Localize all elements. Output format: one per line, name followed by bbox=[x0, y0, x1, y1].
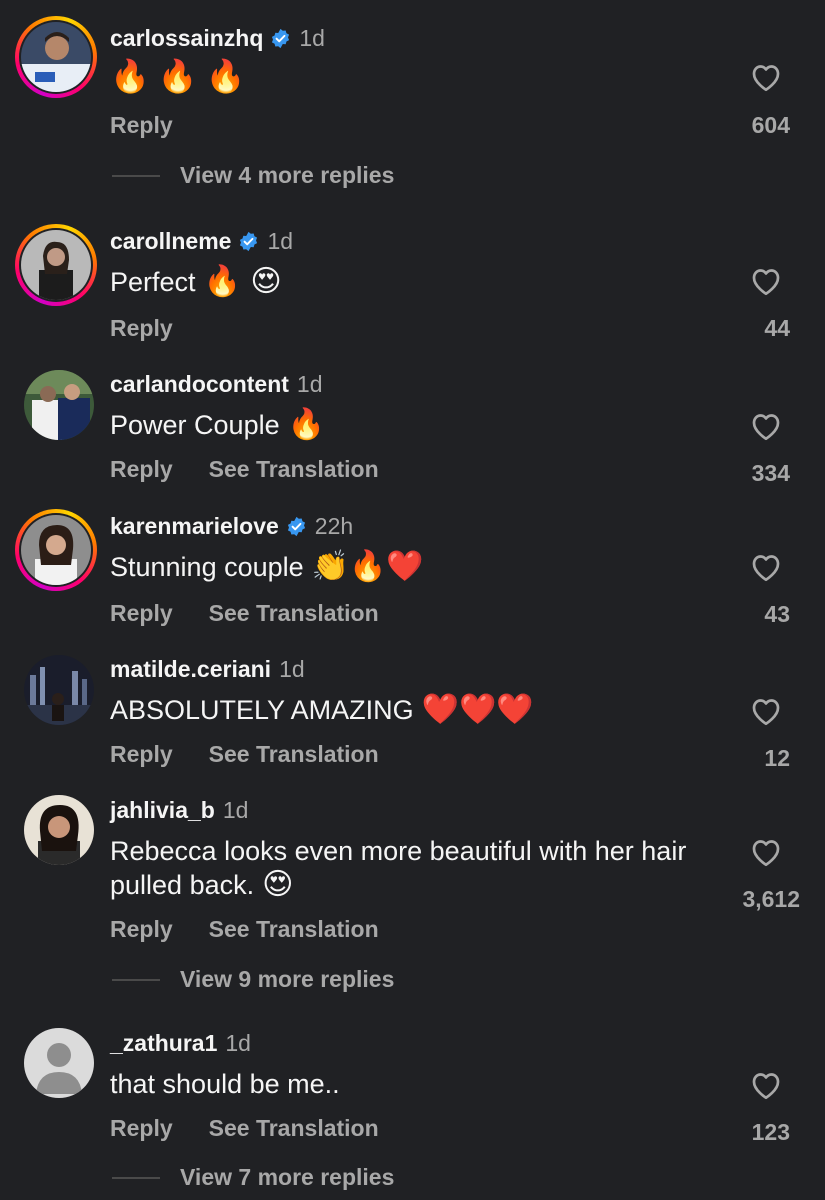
like-count: 334 bbox=[751, 460, 790, 486]
comment-emoji: 👏🔥❤️ bbox=[311, 549, 424, 584]
view-more-replies-button[interactable]: View 4 more replies bbox=[112, 162, 394, 189]
view-more-replies-button[interactable]: View 9 more replies bbox=[112, 966, 394, 993]
comment-time: 1d bbox=[267, 228, 294, 254]
comment-text-body: Power Couple bbox=[110, 410, 280, 440]
like-count: 43 bbox=[764, 601, 790, 627]
view-more-replies-label: View 4 more replies bbox=[180, 162, 395, 188]
see-translation-button[interactable]: See Translation bbox=[209, 1115, 379, 1142]
comment-text: ABSOLUTELY AMAZING ❤️❤️❤️ bbox=[110, 693, 710, 727]
comment-time: 1d bbox=[222, 797, 249, 823]
comment-text-body: Perfect bbox=[110, 267, 196, 297]
like-count: 604 bbox=[751, 112, 790, 138]
comment-text: Perfect 🔥 😍 bbox=[110, 265, 710, 299]
comment-text: Rebecca looks even more beautiful with h… bbox=[110, 834, 710, 902]
comment-username[interactable]: matilde.ceriani bbox=[110, 655, 271, 683]
avatar bbox=[21, 230, 91, 300]
avatar bbox=[24, 795, 94, 865]
comment-text: Power Couple 🔥 bbox=[110, 408, 710, 442]
see-translation-button[interactable]: See Translation bbox=[209, 456, 379, 483]
story-ring-avatar[interactable] bbox=[15, 16, 97, 98]
see-translation-button[interactable]: See Translation bbox=[209, 741, 379, 768]
story-ring-avatar[interactable] bbox=[15, 509, 97, 591]
heart-icon[interactable] bbox=[748, 1067, 784, 1103]
comment-emoji: 🔥 😍 bbox=[203, 264, 282, 299]
comment-text-body: Rebecca looks even more beautiful with h… bbox=[110, 836, 687, 900]
comment-text-body: that should be me.. bbox=[110, 1069, 340, 1099]
comment-text: 🔥🔥🔥 bbox=[110, 59, 710, 95]
heart-icon[interactable] bbox=[748, 834, 784, 870]
comment-username[interactable]: jahlivia_b bbox=[110, 796, 215, 824]
comment-emoji: 🔥🔥🔥 bbox=[110, 58, 254, 94]
comment-username[interactable]: _zathura1 bbox=[110, 1029, 217, 1057]
avatar-wrapper[interactable] bbox=[24, 1028, 96, 1100]
heart-icon[interactable] bbox=[748, 549, 784, 585]
like-count: 12 bbox=[764, 745, 790, 771]
comment-time: 1d bbox=[225, 1030, 251, 1056]
comment-time: 1d bbox=[296, 371, 323, 397]
avatar bbox=[21, 515, 91, 585]
comment-time: 22h bbox=[314, 513, 354, 539]
divider-line bbox=[112, 1176, 160, 1179]
avatar-wrapper[interactable] bbox=[24, 795, 96, 867]
heart-icon[interactable] bbox=[748, 693, 784, 729]
verified-badge-icon bbox=[240, 231, 258, 251]
see-translation-button[interactable]: See Translation bbox=[209, 600, 379, 627]
like-count: 123 bbox=[751, 1119, 790, 1145]
comment-time: 1d bbox=[279, 656, 305, 682]
reply-button[interactable]: Reply bbox=[110, 600, 173, 627]
verified-badge-icon bbox=[287, 516, 305, 536]
avatar-wrapper[interactable] bbox=[24, 370, 96, 442]
reply-button[interactable]: Reply bbox=[110, 741, 173, 768]
comment-emoji: ❤️❤️❤️ bbox=[421, 692, 534, 727]
like-count: 44 bbox=[764, 315, 790, 341]
comment-text-body: ABSOLUTELY AMAZING bbox=[110, 695, 414, 725]
comment-username[interactable]: karenmarielove bbox=[110, 512, 279, 540]
like-count: 3,612 bbox=[742, 886, 800, 912]
heart-icon[interactable] bbox=[748, 408, 784, 444]
reply-button[interactable]: Reply bbox=[110, 916, 173, 943]
avatar bbox=[24, 370, 94, 440]
comment-emoji: 🔥 bbox=[287, 407, 325, 442]
avatar bbox=[21, 22, 91, 92]
default-avatar-icon bbox=[24, 1028, 94, 1098]
comment-username[interactable]: carlandocontent bbox=[110, 370, 289, 398]
comment-username[interactable]: carlossainzhq bbox=[110, 24, 263, 52]
divider-line bbox=[112, 978, 160, 981]
view-more-replies-label: View 7 more replies bbox=[180, 1164, 395, 1190]
verified-badge-icon bbox=[272, 28, 290, 48]
see-translation-button[interactable]: See Translation bbox=[209, 916, 379, 943]
heart-icon[interactable] bbox=[748, 59, 784, 95]
comment-time: 1d bbox=[299, 25, 325, 51]
story-ring-avatar[interactable] bbox=[15, 224, 97, 306]
comment-text: that should be me.. bbox=[110, 1067, 710, 1101]
reply-button[interactable]: Reply bbox=[110, 456, 173, 483]
comment-emoji: 😍 bbox=[262, 867, 294, 902]
comment-username[interactable]: carollneme bbox=[110, 227, 231, 255]
avatar-wrapper[interactable] bbox=[24, 655, 96, 727]
comment-text-body: Stunning couple bbox=[110, 552, 304, 582]
comment-text: Stunning couple 👏🔥❤️ bbox=[110, 550, 710, 584]
reply-button[interactable]: Reply bbox=[110, 315, 173, 342]
divider-line bbox=[112, 174, 160, 177]
reply-button[interactable]: Reply bbox=[110, 112, 173, 139]
view-more-replies-button[interactable]: View 7 more replies bbox=[112, 1164, 394, 1191]
heart-icon[interactable] bbox=[748, 263, 784, 299]
view-more-replies-label: View 9 more replies bbox=[180, 966, 395, 992]
avatar bbox=[24, 655, 94, 725]
reply-button[interactable]: Reply bbox=[110, 1115, 173, 1142]
